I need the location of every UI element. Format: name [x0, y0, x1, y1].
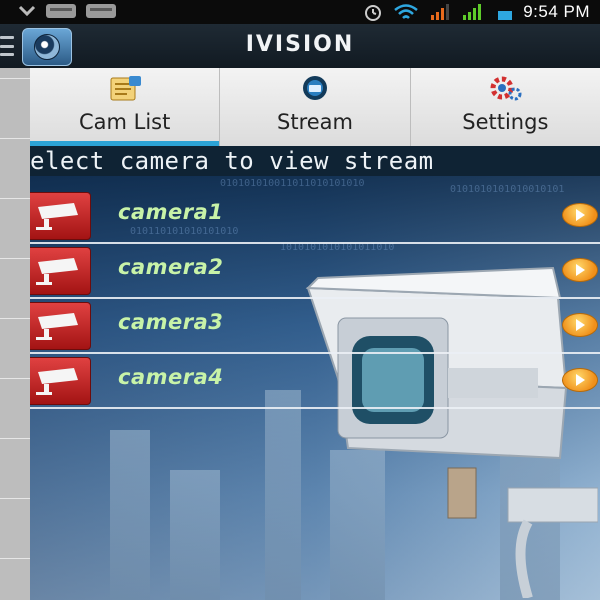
- camera-thumb-icon: [30, 302, 91, 350]
- skyline-decoration: [170, 470, 220, 600]
- instruction-banner: elect camera to view stream: [30, 146, 600, 176]
- camera-name: camera2: [118, 255, 224, 279]
- camera-thumb-icon: [30, 357, 91, 405]
- alarm-icon: [365, 5, 382, 21]
- play-icon[interactable]: [562, 368, 598, 392]
- list-item[interactable]: camera2: [30, 243, 600, 299]
- sd-card-icon: [46, 4, 76, 18]
- tab-settings[interactable]: Settings: [411, 68, 600, 146]
- tab-label: Settings: [462, 110, 549, 134]
- app-title: IVISION: [245, 32, 355, 57]
- wifi-icon: [394, 4, 418, 19]
- skyline-decoration: [110, 430, 150, 600]
- stream-icon: [302, 76, 327, 100]
- play-icon[interactable]: [562, 258, 598, 282]
- cam-list-icon: [110, 76, 141, 101]
- tab-stream[interactable]: Stream: [220, 68, 411, 146]
- signal-icon: [463, 4, 482, 20]
- camera-list-panel: 010101010011011010101010 010101010101001…: [30, 176, 600, 600]
- tab-label: Stream: [277, 110, 353, 134]
- camera-thumb-icon: [30, 192, 91, 240]
- tab-bar: Cam List Stream Settings: [30, 68, 600, 146]
- signal-icon: [431, 4, 450, 20]
- list-item[interactable]: camera3: [30, 298, 600, 354]
- tab-cam-list[interactable]: Cam List: [30, 68, 221, 146]
- list-item[interactable]: camera4: [30, 353, 600, 409]
- status-bar: 9:54 PM: [0, 0, 600, 24]
- settings-icon: [490, 76, 522, 101]
- skyline-decoration: [265, 390, 301, 600]
- chevron-down-icon: [18, 5, 36, 17]
- list-item[interactable]: camera1: [30, 188, 600, 244]
- camera-name: camera3: [118, 310, 224, 334]
- sd-card-icon: [86, 4, 116, 18]
- battery-icon: [498, 11, 513, 20]
- camera-thumb-icon: [30, 247, 91, 295]
- clock: 9:54 PM: [523, 2, 590, 21]
- side-rail: [0, 68, 30, 600]
- play-icon[interactable]: [562, 203, 598, 227]
- camera-name: camera4: [118, 365, 224, 389]
- play-icon[interactable]: [562, 313, 598, 337]
- tab-label: Cam List: [78, 110, 171, 134]
- instruction-text: elect camera to view stream: [30, 147, 434, 175]
- camera-name: camera1: [118, 200, 224, 224]
- app-bar: IVISION: [0, 24, 600, 68]
